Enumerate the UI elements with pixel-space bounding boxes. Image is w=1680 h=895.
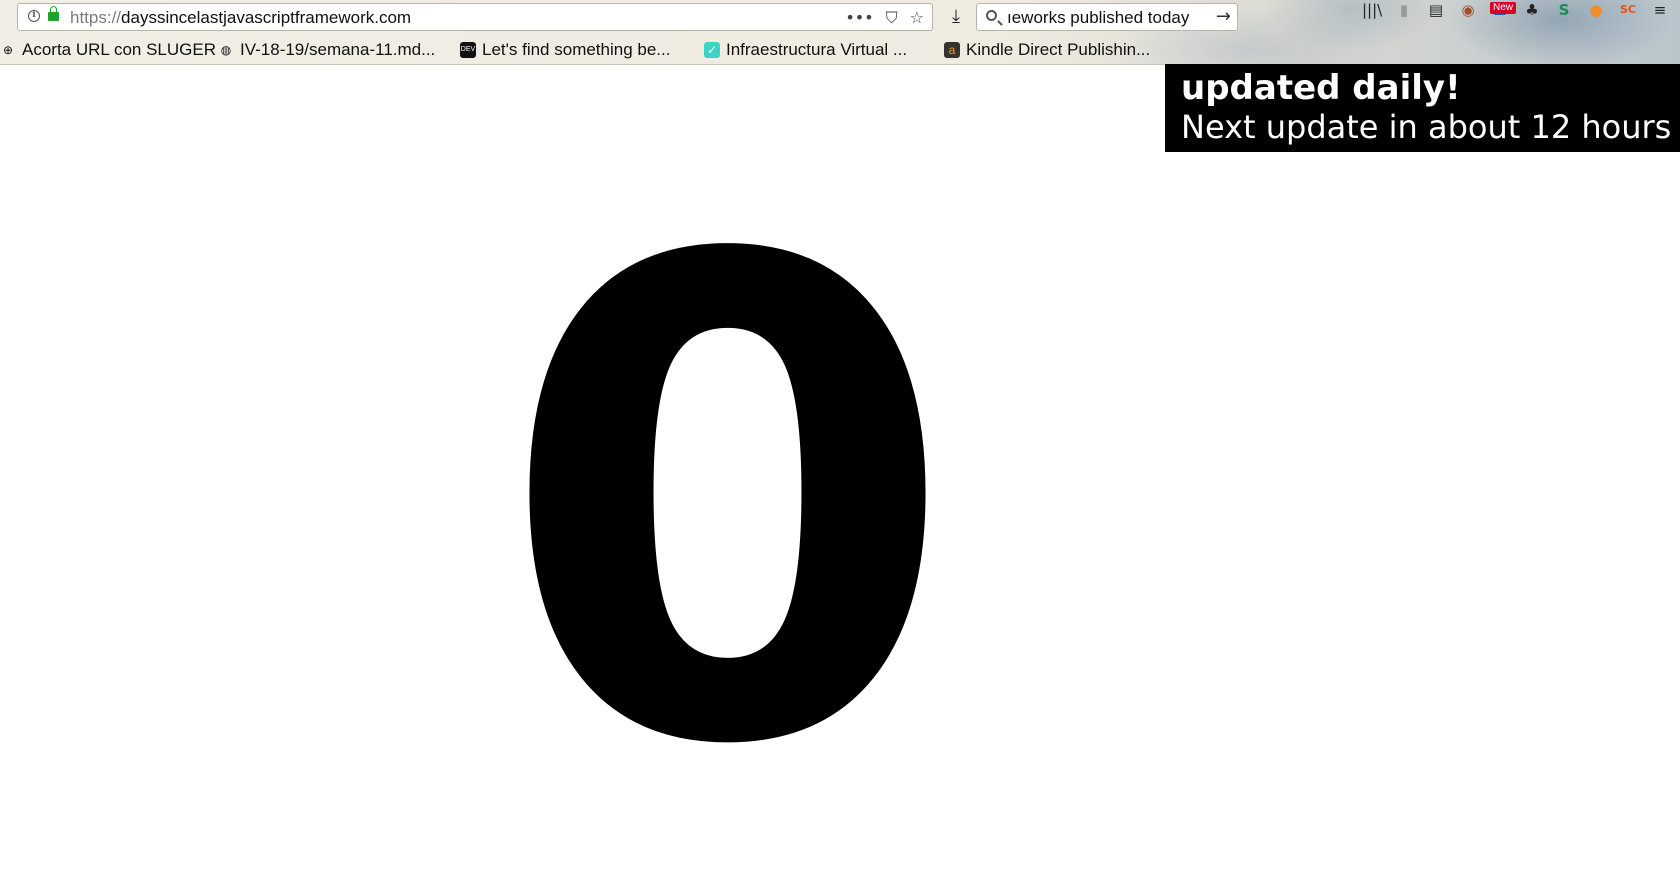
bookmark-star-icon[interactable]: ☆ (910, 6, 924, 30)
site-info-icon[interactable]: i (28, 10, 40, 22)
navigation-toolbar: i https://dayssincelastjavascriptframewo… (0, 0, 1680, 36)
amazon-icon: a (944, 42, 960, 58)
slack-icon: ✓ (704, 42, 720, 58)
s-orange-icon[interactable]: ● (1586, 0, 1606, 20)
bookmark-item[interactable]: ✓ Infraestructura Virtual ... (704, 38, 907, 62)
page-actions-icon[interactable]: ••• (845, 6, 873, 30)
bookmark-item[interactable]: DEV Let's find something be... (460, 38, 670, 62)
menu-icon[interactable]: ≡ (1650, 0, 1670, 20)
bookmark-label: Acorta URL con SLUGER (22, 40, 216, 59)
dev-icon: DEV (460, 42, 476, 58)
url-host: dayssincelastjavascriptframework.com (121, 8, 412, 27)
download-icon[interactable]: ⤓ (947, 6, 965, 28)
bookmark-item[interactable]: a Kindle Direct Publishin... (944, 38, 1150, 62)
sc-icon[interactable]: SC (1618, 0, 1638, 20)
bookmarks-bar: ⊕ Acorta URL con SLUGER ◍ IV-18-19/seman… (0, 36, 1680, 64)
days-since-counter: 0 (497, 120, 958, 889)
github-icon: ◍ (220, 43, 232, 57)
tab-icon[interactable]: ▮ (1394, 0, 1414, 20)
browser-chrome: i https://dayssincelastjavascriptframewo… (0, 0, 1680, 65)
bookmark-label: Let's find something be... (482, 40, 671, 59)
pocket-icon[interactable]: ⛉ (886, 6, 898, 30)
search-icon (986, 10, 997, 21)
s-icon[interactable]: S (1554, 0, 1574, 20)
new-badge: New (1490, 2, 1517, 14)
globe-icon: ⊕ (2, 43, 14, 57)
search-input[interactable]: ıeworks published today (1007, 8, 1212, 28)
update-banner: updated daily! Next update in about 12 h… (1165, 64, 1680, 152)
banner-next-update: Next update in about 12 hours (1181, 108, 1672, 146)
url-actions: ••• ⛉ ☆ (845, 6, 924, 30)
bookmark-item[interactable]: ◍ IV-18-19/semana-11.md... (218, 38, 436, 62)
search-go-icon[interactable]: → (1216, 6, 1231, 27)
address-bar[interactable]: i https://dayssincelastjavascriptframewo… (17, 3, 933, 31)
library-icon[interactable]: |||\ (1362, 0, 1382, 20)
search-bar[interactable]: ıeworks published today → (976, 3, 1238, 31)
bookmark-label: Infraestructura Virtual ... (726, 40, 908, 59)
url-text[interactable]: https://dayssincelastjavascriptframework… (70, 8, 411, 28)
bookmark-item[interactable]: ⊕ Acorta URL con SLUGER (0, 38, 216, 62)
paw-icon[interactable]: ♣ (1522, 0, 1542, 20)
banner-title: updated daily! (1181, 68, 1461, 108)
url-scheme: https:// (70, 8, 122, 27)
reader-icon[interactable]: ▤ (1426, 0, 1446, 20)
bookmark-label: Kindle Direct Publishin... (966, 40, 1151, 59)
bookmark-label: IV-18-19/semana-11.md... (240, 40, 436, 59)
lock-icon (48, 6, 59, 21)
monkey-icon[interactable]: ◉ (1458, 0, 1478, 20)
